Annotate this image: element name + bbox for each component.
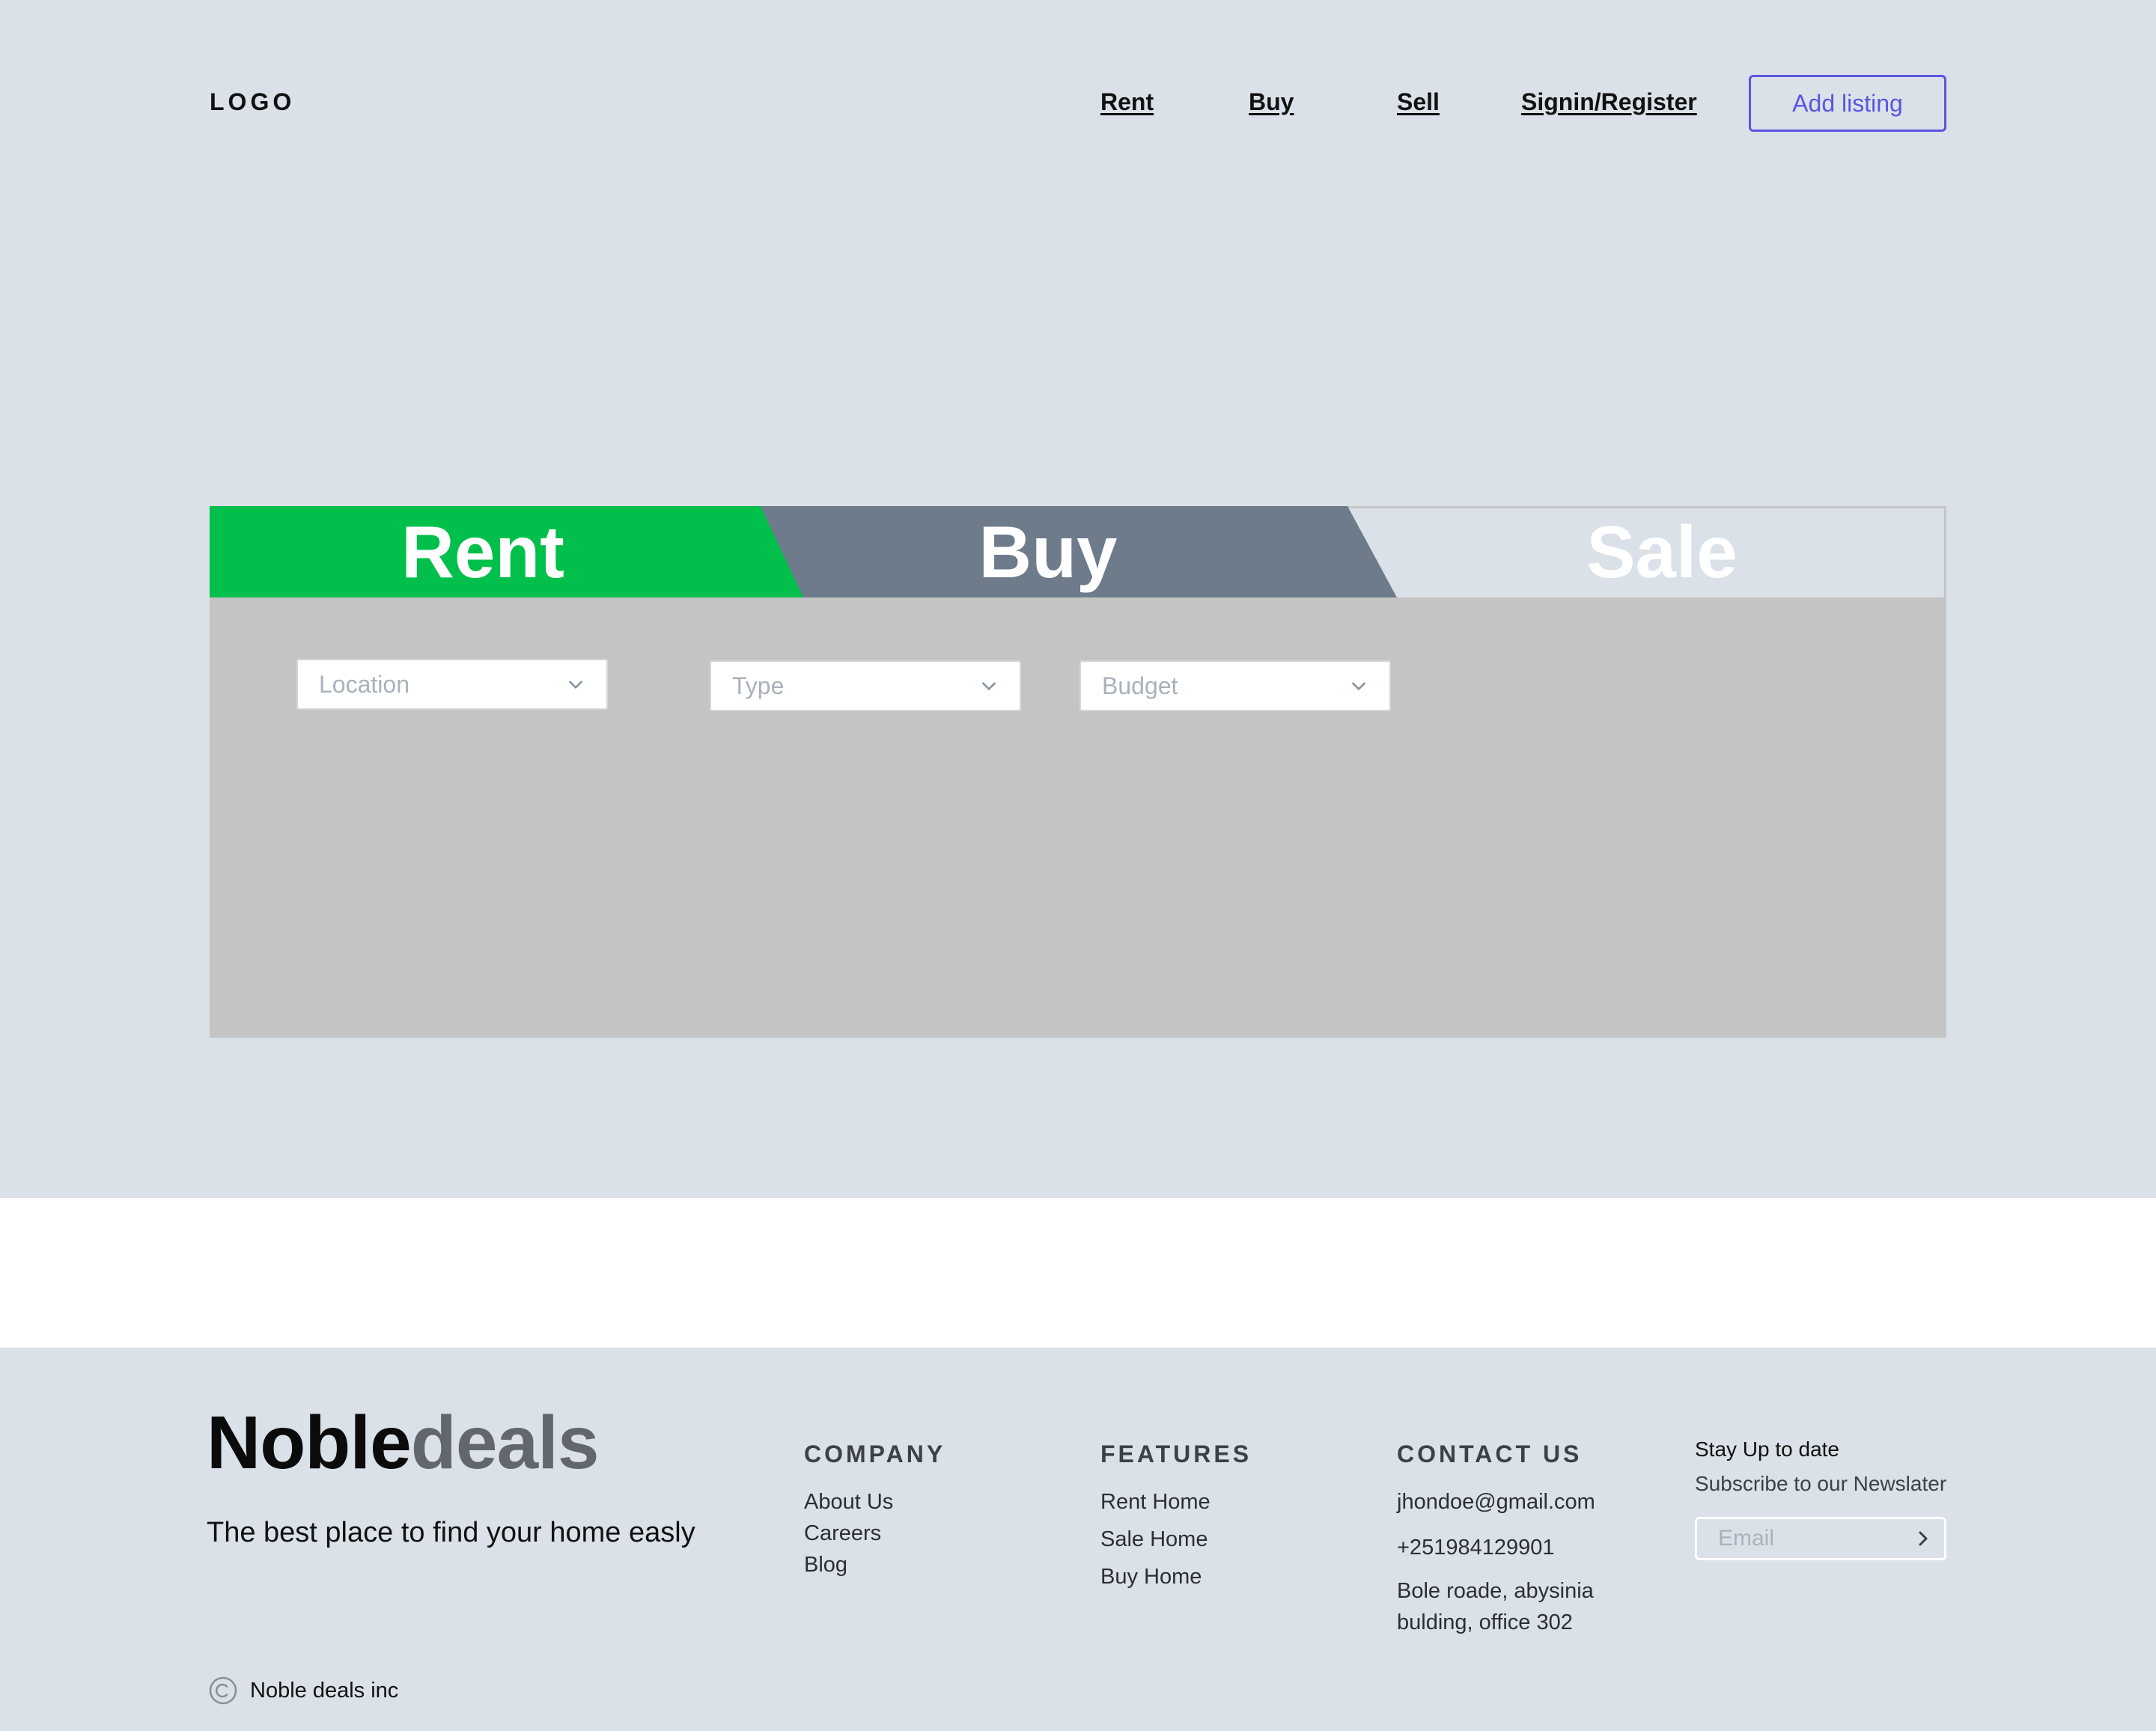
tab-buy[interactable]: Buy (764, 506, 1333, 597)
chevron-down-icon (1352, 682, 1365, 690)
budget-placeholder: Budget (1102, 672, 1178, 699)
tab-sale[interactable]: Sale (1377, 506, 1946, 597)
footer-link-blog[interactable]: Blog (804, 1553, 847, 1578)
location-placeholder: Location (319, 670, 409, 698)
nav-link-sell[interactable]: Sell (1397, 88, 1440, 116)
location-select[interactable]: Location (296, 659, 608, 710)
brand-part-deals: deals (410, 1401, 600, 1485)
footer-link-careers[interactable]: Careers (804, 1521, 881, 1546)
brand-part-noble: Noble (207, 1401, 412, 1485)
newsletter-email-input[interactable] (1718, 1526, 1898, 1551)
logo[interactable]: LOGO (210, 88, 295, 116)
newsletter-subtitle: Subscribe to our Newslater (1695, 1472, 1947, 1495)
nav-link-buy[interactable]: Buy (1249, 88, 1294, 116)
footer-brand: Nobledeals (207, 1401, 600, 1485)
chevron-down-icon (982, 682, 996, 690)
footer-link-about-us[interactable]: About Us (804, 1490, 893, 1515)
add-listing-button[interactable]: Add listing (1749, 75, 1946, 132)
newsletter-title: Stay Up to date (1695, 1438, 1840, 1461)
footer-tagline: The best place to find your home easly (207, 1517, 695, 1548)
nav-link-signin-register[interactable]: Signin/Register (1521, 88, 1697, 116)
company-heading: COMPANY (804, 1441, 946, 1467)
chevron-down-icon (569, 681, 582, 689)
copyright: Noble deals inc (208, 1676, 398, 1706)
newsletter-form (1695, 1517, 1946, 1560)
tab-rent[interactable]: Rent (210, 506, 756, 597)
footer-link-sale-home[interactable]: Sale Home (1100, 1527, 1208, 1552)
type-placeholder: Type (732, 672, 785, 699)
search-tabs: Rent Buy Sale (210, 506, 1946, 597)
footer-link-rent-home[interactable]: Rent Home (1100, 1490, 1211, 1515)
contact-email[interactable]: jhondoe@gmail.com (1397, 1490, 1595, 1515)
chevron-right-icon[interactable] (1914, 1528, 1932, 1549)
nav-link-rent[interactable]: Rent (1100, 88, 1154, 116)
type-select[interactable]: Type (710, 660, 1021, 711)
copyright-text: Noble deals inc (250, 1678, 399, 1703)
contact-heading: CONTACT US (1397, 1441, 1583, 1467)
contact-address-line1: Bole roade, abysinia (1397, 1579, 1594, 1603)
footer-link-buy-home[interactable]: Buy Home (1100, 1565, 1202, 1589)
contact-address-line2: bulding, office 302 (1397, 1610, 1573, 1634)
copyright-icon (209, 1676, 237, 1705)
features-heading: FEATURES (1100, 1441, 1252, 1467)
content-spacer (0, 1198, 2156, 1348)
contact-phone: +251984129901 (1397, 1536, 1555, 1560)
budget-select[interactable]: Budget (1079, 660, 1391, 711)
